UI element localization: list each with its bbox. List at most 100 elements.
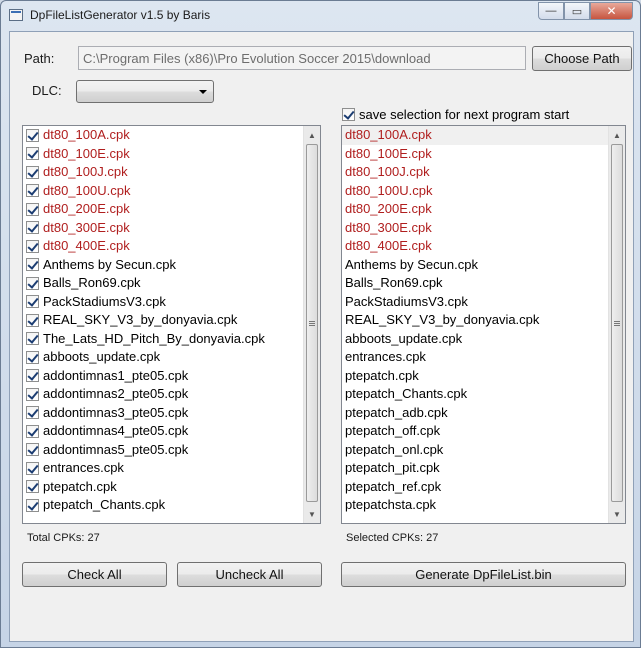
list-item[interactable]: dt80_400E.cpk [23, 237, 320, 256]
scroll-thumb[interactable] [306, 144, 318, 502]
list-item[interactable]: dt80_200E.cpk [342, 200, 625, 219]
item-checkbox[interactable] [26, 313, 39, 327]
list-item[interactable]: Balls_Ron69.cpk [342, 274, 625, 293]
item-checkbox[interactable] [26, 165, 39, 179]
dlc-dropdown[interactable] [76, 80, 214, 103]
item-checkbox[interactable] [26, 276, 39, 290]
checkbox-icon[interactable] [342, 108, 355, 121]
list-item[interactable]: dt80_400E.cpk [342, 237, 625, 256]
list-item[interactable]: ptepatch_adb.cpk [342, 404, 625, 423]
item-label: dt80_100A.cpk [43, 127, 130, 142]
grip-icon [614, 320, 620, 326]
item-checkbox[interactable] [26, 443, 39, 457]
scroll-down-icon[interactable]: ▼ [609, 506, 625, 522]
save-selection-checkbox[interactable]: save selection for next program start [342, 107, 569, 122]
choose-path-button[interactable]: Choose Path [532, 46, 632, 71]
item-checkbox[interactable] [26, 295, 39, 309]
list-item[interactable]: ptepatchsta.cpk [342, 496, 625, 515]
item-checkbox[interactable] [26, 461, 39, 475]
list-item[interactable]: entrances.cpk [23, 459, 320, 478]
list-item[interactable]: ptepatch_pit.cpk [342, 459, 625, 478]
item-label: ptepatchsta.cpk [345, 497, 437, 512]
minimize-button[interactable]: — [538, 2, 564, 20]
list-item[interactable]: PackStadiumsV3.cpk [342, 293, 625, 312]
item-checkbox[interactable] [26, 221, 39, 235]
list-item[interactable]: dt80_100J.cpk [342, 163, 625, 182]
list-item[interactable]: dt80_200E.cpk [23, 200, 320, 219]
item-checkbox[interactable] [26, 128, 39, 142]
list-item[interactable]: addontimnas1_pte05.cpk [23, 367, 320, 386]
list-item[interactable]: addontimnas4_pte05.cpk [23, 422, 320, 441]
item-label: dt80_100A.cpk [345, 127, 432, 142]
list-item[interactable]: ptepatch_ref.cpk [342, 478, 625, 497]
list-item[interactable]: Balls_Ron69.cpk [23, 274, 320, 293]
item-label: addontimnas1_pte05.cpk [43, 367, 189, 383]
item-checkbox[interactable] [26, 424, 39, 438]
list-item[interactable]: abboots_update.cpk [342, 330, 625, 349]
selected-cpk-list[interactable]: dt80_100A.cpk dt80_100E.cpk dt80_100J.cpk d… [341, 125, 626, 524]
list-item[interactable]: dt80_100E.cpk [23, 145, 320, 164]
list-item[interactable]: dt80_300E.cpk [342, 219, 625, 238]
item-checkbox[interactable] [26, 239, 39, 253]
maximize-button[interactable]: ▭ [564, 2, 590, 20]
left-scrollbar[interactable]: ▲ ▼ [303, 126, 320, 523]
all-cpk-items: dt80_100A.cpk dt80_100E.cpk dt80_100J.cpk d… [23, 126, 320, 515]
list-item[interactable]: ptepatch.cpk [342, 367, 625, 386]
scroll-up-icon[interactable]: ▲ [609, 127, 625, 143]
list-item[interactable]: ptepatch_off.cpk [342, 422, 625, 441]
uncheck-all-button[interactable]: Uncheck All [177, 562, 322, 587]
path-field[interactable] [78, 46, 526, 70]
item-label: The_Lats_HD_Pitch_By_donyavia.cpk [43, 330, 265, 346]
item-checkbox[interactable] [26, 184, 39, 198]
list-item[interactable]: Anthems by Secun.cpk [342, 256, 625, 275]
list-item[interactable]: Anthems by Secun.cpk [23, 256, 320, 275]
list-item[interactable]: REAL_SKY_V3_by_donyavia.cpk [342, 311, 625, 330]
scroll-up-icon[interactable]: ▲ [304, 127, 320, 143]
generate-button[interactable]: Generate DpFileList.bin [341, 562, 626, 587]
item-checkbox[interactable] [26, 387, 39, 401]
scroll-down-icon[interactable]: ▼ [304, 506, 320, 522]
list-item[interactable]: ptepatch_onl.cpk [342, 441, 625, 460]
item-checkbox[interactable] [26, 350, 39, 364]
path-label: Path: [24, 51, 55, 66]
list-item[interactable]: dt80_100A.cpk [342, 126, 625, 145]
all-cpk-list[interactable]: dt80_100A.cpk dt80_100E.cpk dt80_100J.cpk d… [22, 125, 321, 524]
item-checkbox[interactable] [26, 480, 39, 494]
list-item[interactable]: addontimnas2_pte05.cpk [23, 385, 320, 404]
list-item[interactable]: ptepatch_Chants.cpk [342, 385, 625, 404]
check-all-button[interactable]: Check All [22, 562, 167, 587]
list-item[interactable]: addontimnas5_pte05.cpk [23, 441, 320, 460]
window-title: DpFileListGenerator v1.5 by Baris [30, 8, 211, 22]
list-item[interactable]: ptepatch.cpk [23, 478, 320, 497]
item-label: ptepatch_adb.cpk [345, 404, 448, 420]
list-item[interactable]: The_Lats_HD_Pitch_By_donyavia.cpk [23, 330, 320, 349]
scroll-thumb[interactable] [611, 144, 623, 502]
list-item[interactable]: dt80_300E.cpk [23, 219, 320, 238]
list-item[interactable]: REAL_SKY_V3_by_donyavia.cpk [23, 311, 320, 330]
item-label: Anthems by Secun.cpk [43, 256, 176, 272]
item-label: ptepatch.cpk [345, 367, 419, 383]
list-item[interactable]: entrances.cpk [342, 348, 625, 367]
list-item[interactable]: ptepatch_Chants.cpk [23, 496, 320, 515]
list-item[interactable]: dt80_100E.cpk [342, 145, 625, 164]
item-checkbox[interactable] [26, 406, 39, 420]
item-checkbox[interactable] [26, 147, 39, 161]
item-label: dt80_400E.cpk [345, 238, 432, 253]
right-scrollbar[interactable]: ▲ ▼ [608, 126, 625, 523]
item-checkbox[interactable] [26, 258, 39, 272]
item-checkbox[interactable] [26, 202, 39, 216]
list-item[interactable]: abboots_update.cpk [23, 348, 320, 367]
list-item[interactable]: dt80_100A.cpk [23, 126, 320, 145]
list-item[interactable]: dt80_100U.cpk [342, 182, 625, 201]
list-item[interactable]: dt80_100J.cpk [23, 163, 320, 182]
list-item[interactable]: dt80_100U.cpk [23, 182, 320, 201]
list-item[interactable]: PackStadiumsV3.cpk [23, 293, 320, 312]
item-checkbox[interactable] [26, 332, 39, 346]
app-window: DpFileListGenerator v1.5 by Baris — ▭ ✕ … [0, 0, 641, 648]
item-checkbox[interactable] [26, 369, 39, 383]
close-button[interactable]: ✕ [590, 2, 633, 20]
item-checkbox[interactable] [26, 498, 39, 512]
item-label: ptepatch_onl.cpk [345, 441, 444, 457]
title-bar[interactable]: DpFileListGenerator v1.5 by Baris — ▭ ✕ [1, 1, 640, 31]
list-item[interactable]: addontimnas3_pte05.cpk [23, 404, 320, 423]
